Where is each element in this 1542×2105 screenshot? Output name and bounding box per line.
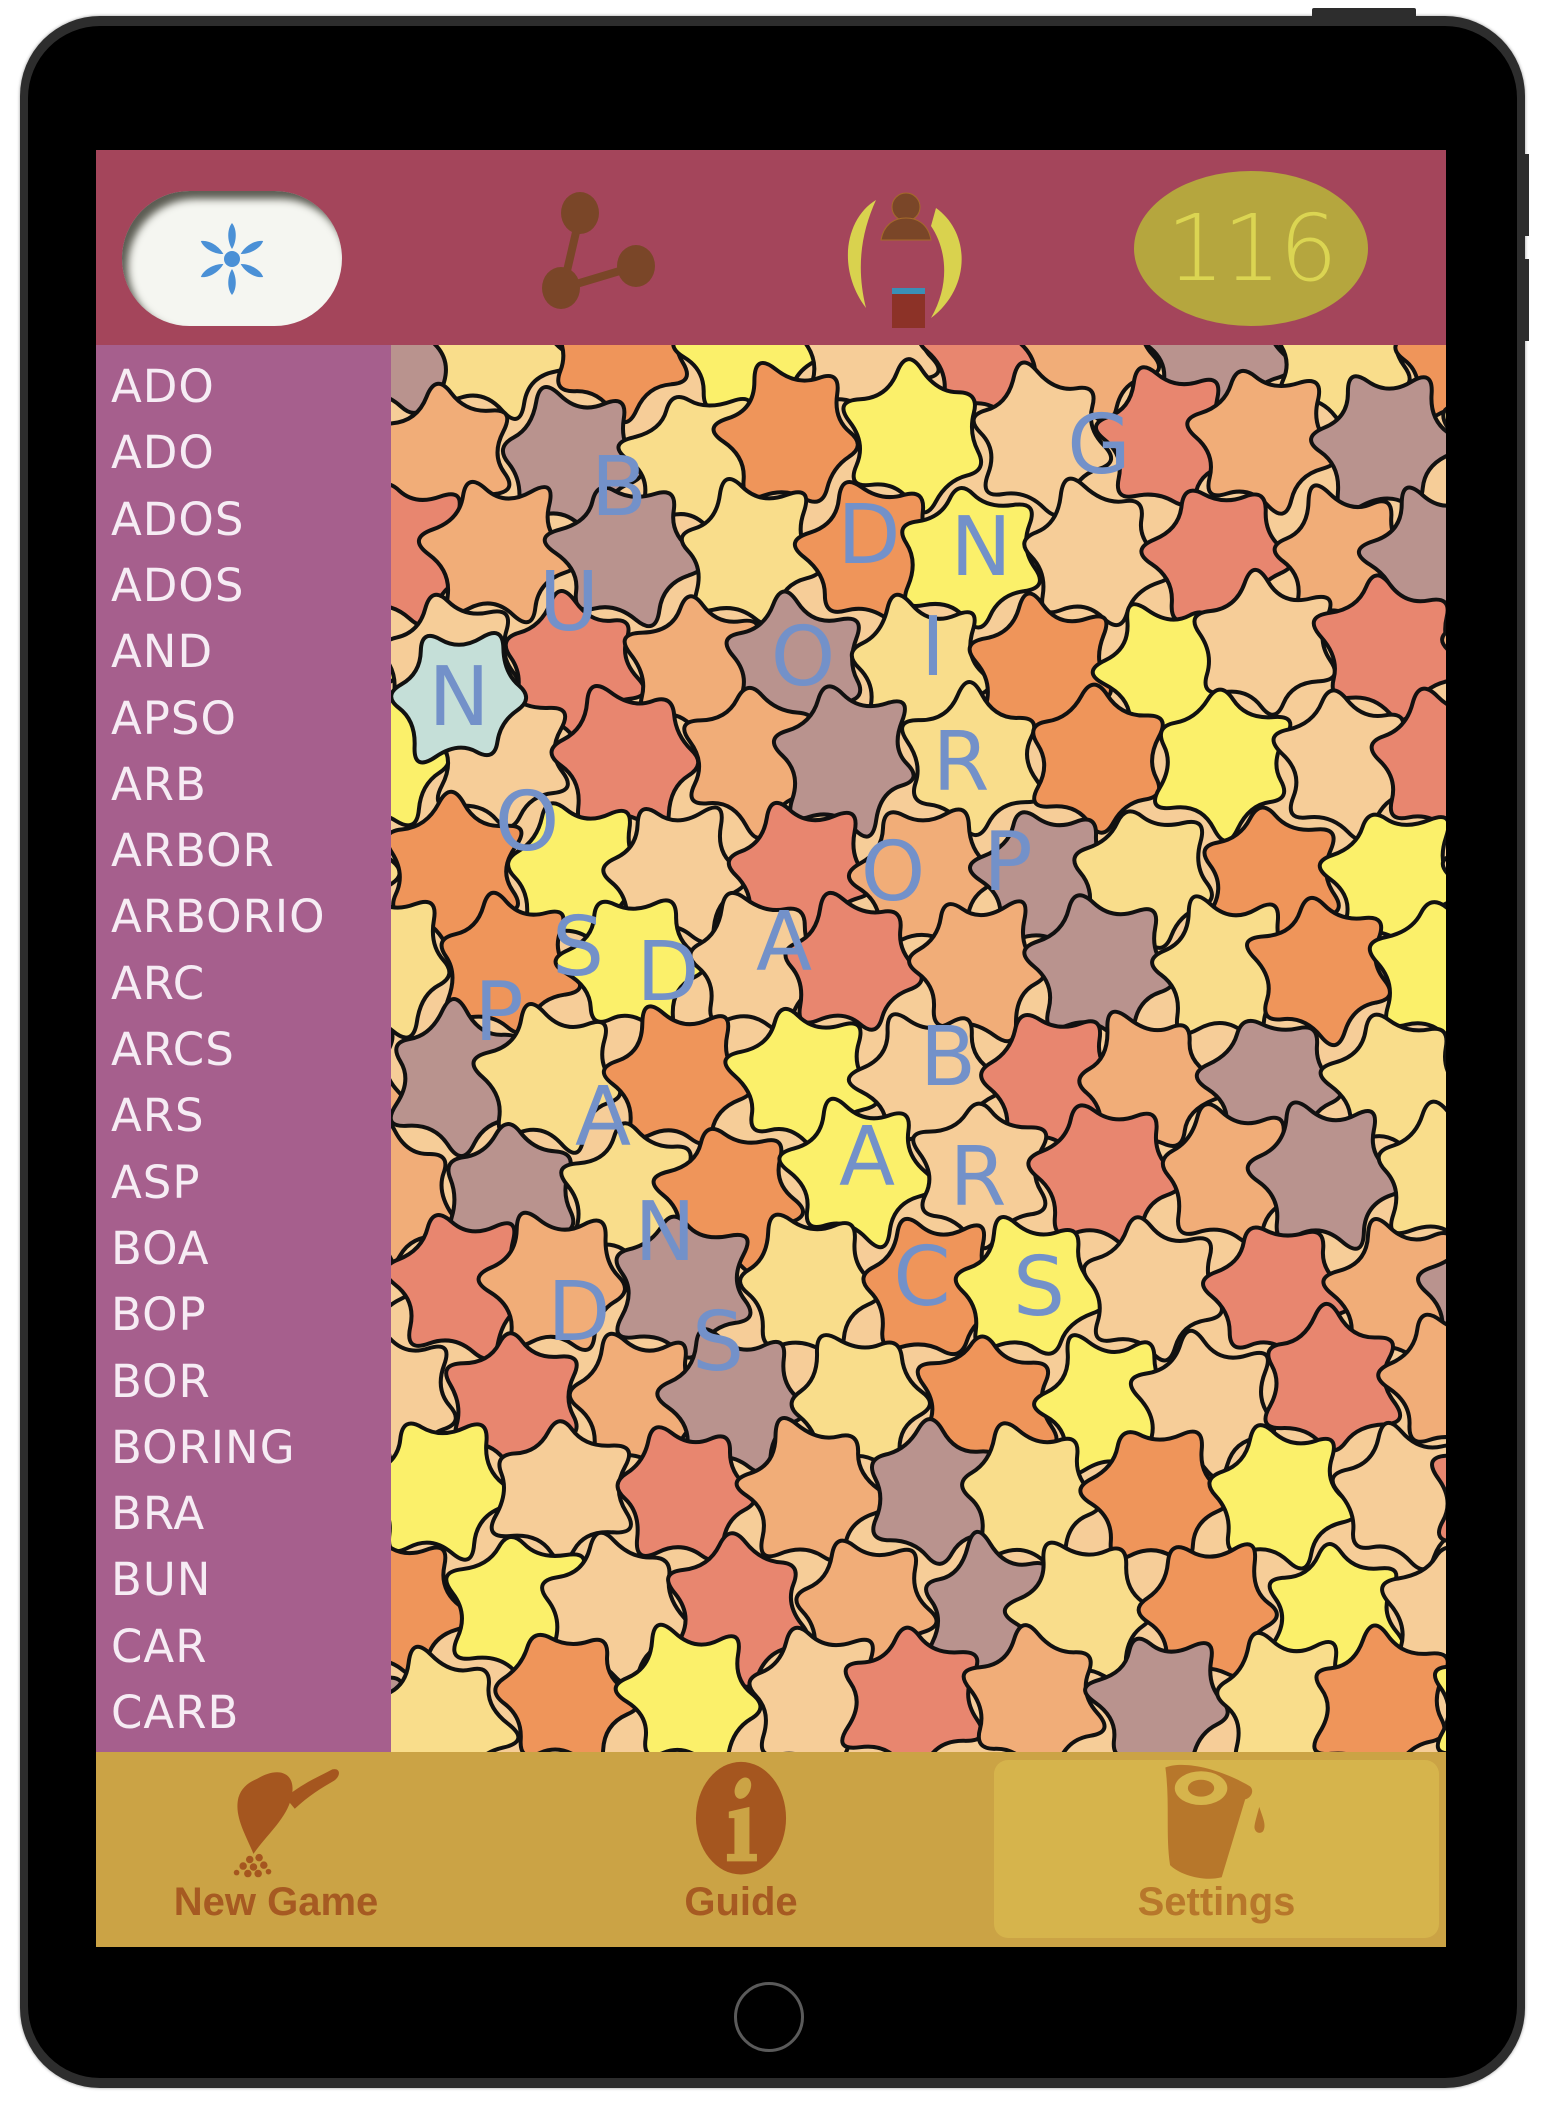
tile-letter[interactable]: P	[983, 815, 1032, 910]
home-button[interactable]	[734, 1982, 804, 2052]
asterisk-icon	[198, 222, 266, 295]
word-list-item: BOR	[111, 1354, 211, 1408]
tile-letter[interactable]: A	[839, 1110, 895, 1205]
word-list-item: BRA	[111, 1487, 206, 1541]
tile-letter[interactable]: S	[552, 900, 604, 995]
word-list-item: APSO	[111, 691, 237, 745]
puzzle-tile[interactable]	[1330, 1421, 1446, 1572]
tile-letter[interactable]: D	[636, 925, 699, 1020]
tile-letter[interactable]: O	[495, 775, 560, 870]
power-button	[1312, 8, 1416, 18]
share-icon	[542, 192, 655, 309]
game-screen: 116 ADO ADO ADOS ADOS AND APSO ARB ARBOR ARBORIO…	[96, 150, 1446, 1947]
tile-letter[interactable]: R	[933, 715, 990, 810]
tile-letter[interactable]: C	[893, 1230, 950, 1325]
tile-letter[interactable]: B	[591, 440, 647, 535]
tile-letter[interactable]: D	[547, 1265, 610, 1360]
player-profile-icon	[847, 192, 962, 336]
word-list-item: CAR	[111, 1619, 208, 1673]
tile-letter[interactable]: A	[756, 895, 812, 990]
tile-letter[interactable]: P	[474, 965, 523, 1060]
tile-letter[interactable]: S	[1013, 1240, 1065, 1335]
word-list-item: ASP	[111, 1155, 201, 1209]
tile-letter[interactable]: R	[950, 1130, 1007, 1225]
bottom-tab-bar: New Game Guide Settings	[96, 1752, 1446, 1947]
word-list-item: ADO	[111, 360, 215, 413]
score-value: 116	[1166, 194, 1338, 302]
word-list-item: ARC	[111, 956, 206, 1010]
volume-down-button	[1520, 259, 1529, 341]
tab-settings[interactable]: Settings	[994, 1760, 1439, 1938]
tab-guide[interactable]: Guide	[641, 1760, 841, 1938]
word-list-item: AND	[111, 625, 214, 679]
word-list-item: ARBORIO	[111, 890, 326, 944]
word-list-item: ARBOR	[111, 824, 275, 878]
top-bar: 116	[96, 150, 1446, 345]
tab-settings-label: Settings	[1137, 1880, 1296, 1924]
tile-letter[interactable]: N	[950, 500, 1011, 595]
tab-guide-label: Guide	[684, 1880, 798, 1924]
tile-letter[interactable]: S	[692, 1295, 744, 1390]
hint-button[interactable]	[122, 191, 342, 326]
share-button[interactable]	[536, 185, 666, 319]
tab-new-game-label: New Game	[173, 1880, 379, 1924]
word-list-item: ADOS	[111, 492, 245, 546]
word-list-item: BOP	[111, 1288, 207, 1342]
tile-letter[interactable]: A	[575, 1070, 631, 1165]
volume-up-button	[1520, 154, 1529, 236]
word-list-item: BOA	[111, 1221, 210, 1275]
cup-icon	[1164, 1764, 1265, 1879]
profile-button[interactable]	[836, 178, 976, 336]
word-list-item: ARB	[111, 757, 207, 811]
tile-letter[interactable]: U	[539, 555, 599, 650]
found-words-list[interactable]: ADO ADO ADOS ADOS AND APSO ARB ARBOR ARBORIO ARC A…	[96, 345, 391, 1752]
tile-letter[interactable]: N	[428, 650, 489, 745]
puzzle-tiles[interactable]: B GD NUN O IROO PS ADP BA A RN C SD S	[391, 345, 1446, 1752]
word-list-item: BUN	[111, 1553, 212, 1607]
tile-letter[interactable]: G	[1067, 398, 1131, 493]
tile-letter[interactable]: N	[634, 1185, 695, 1280]
tile-letter[interactable]: O	[771, 610, 836, 705]
word-list-item: BORING	[111, 1420, 296, 1474]
tile-letter[interactable]: D	[837, 488, 900, 583]
puzzle-board[interactable]: BGDNUNOIROOPSADPBAARNCSDS	[391, 345, 1446, 1752]
tile-letter[interactable]: I	[921, 600, 945, 695]
info-icon	[695, 1761, 787, 1875]
word-list-item: ARCS	[111, 1023, 235, 1076]
tab-new-game[interactable]: New Game	[146, 1760, 406, 1938]
word-list-item: CARB	[111, 1686, 240, 1739]
word-list-item: ADO	[111, 426, 215, 480]
scoop-pouring-icon	[233, 1769, 339, 1878]
word-list-item: ARS	[111, 1089, 205, 1143]
tile-letter[interactable]: O	[861, 825, 926, 920]
tile-letter[interactable]: B	[920, 1010, 976, 1105]
word-list-item: ADOS	[111, 558, 245, 612]
score-badge: 116	[1134, 171, 1368, 326]
